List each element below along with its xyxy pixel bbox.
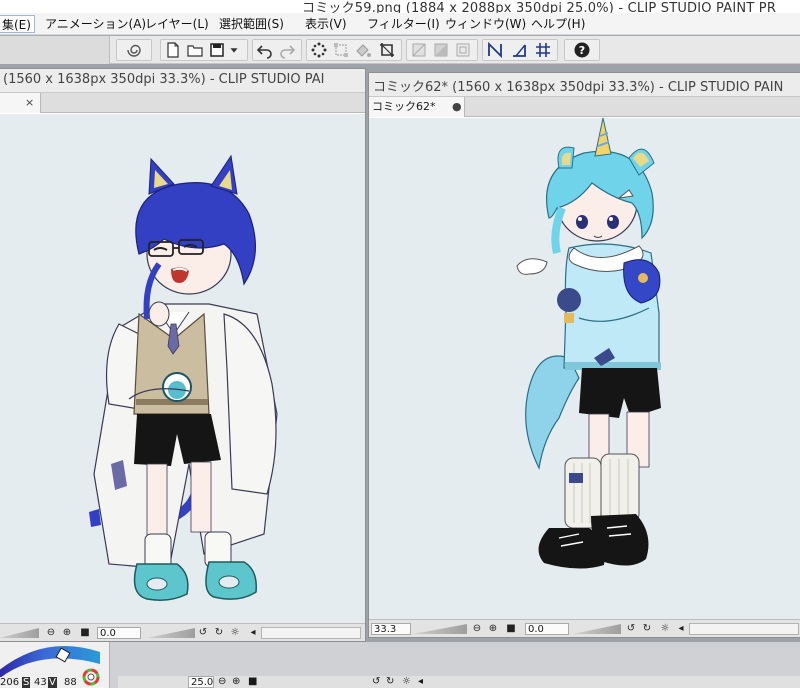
zoom-out-icon[interactable]: ⊖ bbox=[45, 627, 57, 639]
menu-filter[interactable]: フィルター(I) bbox=[364, 15, 443, 33]
rotate-left-icon[interactable]: ↺ bbox=[372, 676, 383, 688]
ruler-off-icon[interactable] bbox=[408, 39, 430, 61]
reset-rotation-icon[interactable]: ☼ bbox=[659, 623, 671, 635]
canvas-status-bar: ⊖ ⊕ ■ 0.0 ↺ ↻ ☼ ◂ bbox=[0, 623, 365, 641]
undo-icon[interactable] bbox=[254, 39, 276, 61]
horizontal-scrollbar[interactable] bbox=[689, 623, 799, 635]
zoom-in-icon[interactable]: ⊕ bbox=[487, 623, 499, 635]
angle-field[interactable]: 0.0 bbox=[97, 627, 141, 639]
command-bar: ? bbox=[0, 36, 800, 64]
color-wheel-panel[interactable]: 206 S 43 V 88 bbox=[0, 642, 110, 688]
saturation-value: 43 bbox=[34, 677, 47, 688]
rotate-right-icon[interactable]: ↻ bbox=[641, 623, 653, 635]
select-dots-icon[interactable] bbox=[308, 39, 330, 61]
tab-row: コミック62* ● bbox=[369, 97, 800, 117]
angle-slider[interactable] bbox=[573, 624, 621, 634]
grid-cell-icon[interactable] bbox=[452, 39, 474, 61]
new-file-icon[interactable] bbox=[162, 39, 184, 61]
illustration-unicorn-boy bbox=[516, 118, 661, 569]
reset-rotation-icon[interactable]: ☼ bbox=[229, 627, 241, 639]
reset-rotation-icon[interactable]: ☼ bbox=[402, 676, 413, 688]
color-wheel-icon[interactable] bbox=[82, 668, 100, 686]
canvas-window-comic59[interactable]: (1560 x 1638px 350dpi 33.3%) - CLIP STUD… bbox=[0, 68, 366, 642]
rotation-slider[interactable] bbox=[0, 628, 39, 638]
canvas-tab[interactable]: × bbox=[0, 93, 41, 113]
menu-selection[interactable]: 選択範囲(S) bbox=[216, 15, 287, 33]
canvas-status-bar-bottom: 25.0 ⊖ ⊕ ■ ↺ ↻ ☼ ◂ bbox=[118, 676, 800, 688]
grid-icon[interactable] bbox=[532, 39, 554, 61]
fit-screen-icon[interactable]: ■ bbox=[248, 676, 259, 688]
zoom-in-icon[interactable]: ⊕ bbox=[232, 676, 243, 688]
menu-view[interactable]: 表示(V) bbox=[302, 15, 350, 33]
tab-modified-icon[interactable]: ● bbox=[452, 101, 462, 113]
window-title: コミック62* (1560 x 1638px 350dpi 33.3%) - C… bbox=[373, 80, 784, 95]
scroll-left-icon[interactable]: ◂ bbox=[418, 676, 429, 688]
angle-field[interactable]: 0.0 bbox=[525, 623, 569, 635]
angle-slider[interactable] bbox=[147, 628, 195, 638]
fit-screen-icon[interactable]: ■ bbox=[505, 623, 517, 635]
zoom-field[interactable]: 25.0 bbox=[188, 676, 214, 688]
tab-label: コミック62* bbox=[372, 100, 436, 113]
menu-help[interactable]: ヘルプ(H) bbox=[528, 15, 588, 33]
tab-row: × bbox=[0, 93, 365, 113]
scroll-left-icon[interactable]: ◂ bbox=[675, 623, 687, 635]
zoom-in-icon[interactable]: ⊕ bbox=[61, 627, 73, 639]
drawing-canvas[interactable] bbox=[0, 114, 365, 623]
window-title: (1560 x 1638px 350dpi 33.3%) - CLIP STUD… bbox=[3, 72, 325, 87]
value-mark: V bbox=[48, 677, 57, 688]
canvas-status-bar: 33.3 ⊖ ⊕ ■ 0.0 ↺ ↻ ☼ ◂ bbox=[369, 619, 800, 637]
horizontal-scrollbar[interactable] bbox=[261, 627, 361, 639]
transform-icon[interactable] bbox=[330, 39, 352, 61]
help-icon[interactable]: ? bbox=[571, 39, 593, 61]
app-title: コミック59.png (1884 x 2088px 350dpi 25.0%) … bbox=[302, 1, 777, 13]
menu-bar: 集(E) アニメーション(A) レイヤー(L) 選択範囲(S) 表示(V) フィ… bbox=[0, 13, 800, 35]
scroll-left-icon[interactable]: ◂ bbox=[247, 627, 259, 639]
redo-icon[interactable] bbox=[276, 39, 298, 61]
rotate-left-icon[interactable]: ↺ bbox=[625, 623, 637, 635]
save-dropdown-icon[interactable] bbox=[226, 39, 242, 61]
canvas-tab-comic62[interactable]: コミック62* ● bbox=[369, 97, 465, 117]
zoom-out-icon[interactable]: ⊖ bbox=[471, 623, 483, 635]
rotate-left-icon[interactable]: ↺ bbox=[197, 627, 209, 639]
zoom-field[interactable]: 33.3 bbox=[371, 623, 411, 635]
app-title-bar: コミック59.png (1884 x 2088px 350dpi 25.0%) … bbox=[0, 0, 800, 13]
toolbar-left-panel bbox=[0, 36, 110, 64]
menu-window[interactable]: ウィンドウ(W) bbox=[442, 15, 529, 33]
bottom-panel: 206 S 43 V 88 25.0 ⊖ ⊕ ■ ↺ ↻ ☼ ◂ bbox=[0, 642, 800, 688]
canvas-window-comic62[interactable]: コミック62* (1560 x 1638px 350dpi 33.3%) - C… bbox=[368, 72, 800, 638]
crop-icon[interactable] bbox=[376, 39, 398, 61]
zoom-slider[interactable] bbox=[413, 624, 467, 634]
save-icon[interactable] bbox=[206, 39, 228, 61]
hue-value: 206 bbox=[0, 677, 20, 688]
ruler-fill-icon[interactable] bbox=[430, 39, 452, 61]
swirl-icon[interactable] bbox=[123, 39, 145, 61]
menu-layer[interactable]: レイヤー(L) bbox=[142, 15, 212, 33]
illustration-cat-boy bbox=[89, 154, 278, 601]
zoom-out-icon[interactable]: ⊖ bbox=[218, 676, 229, 688]
open-folder-icon[interactable] bbox=[184, 39, 206, 61]
menu-edit[interactable]: 集(E) bbox=[0, 15, 35, 33]
fill-icon[interactable] bbox=[352, 39, 374, 61]
brightness-value: 88 bbox=[64, 677, 77, 688]
tab-close-icon[interactable]: × bbox=[25, 97, 34, 109]
saturation-mark: S bbox=[22, 677, 31, 688]
drawing-canvas[interactable] bbox=[369, 118, 800, 619]
fit-screen-icon[interactable]: ■ bbox=[79, 627, 91, 639]
angle-ruler-icon[interactable] bbox=[508, 39, 530, 61]
window-title-bar[interactable]: コミック62* (1560 x 1638px 350dpi 33.3%) - C… bbox=[369, 73, 800, 97]
rotate-right-icon[interactable]: ↻ bbox=[386, 676, 397, 688]
menu-animation[interactable]: アニメーション(A) bbox=[42, 15, 149, 33]
perspective-icon[interactable] bbox=[484, 39, 506, 61]
window-title-bar[interactable]: (1560 x 1638px 350dpi 33.3%) - CLIP STUD… bbox=[0, 69, 365, 93]
rotate-right-icon[interactable]: ↻ bbox=[213, 627, 225, 639]
svg-text:?: ? bbox=[579, 44, 585, 57]
